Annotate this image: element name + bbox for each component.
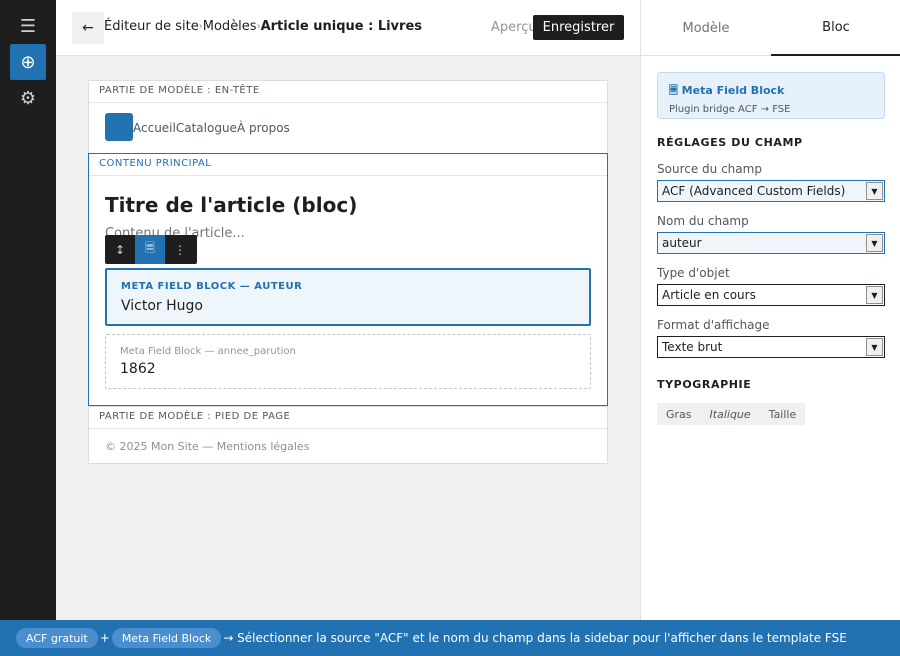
object-type-value: Article en cours	[662, 288, 756, 302]
meta-block-value: 1862	[120, 361, 156, 377]
info-bar: ACF gratuit + Meta Field Block → Sélecti…	[0, 620, 900, 656]
move-icon[interactable]: ↕	[105, 235, 135, 264]
nav-item-catalogue[interactable]: Catalogue	[176, 121, 237, 135]
chevron-down-icon: ▼	[866, 338, 883, 356]
size-button[interactable]: Taille	[759, 403, 806, 425]
italic-button[interactable]: Italique	[700, 403, 760, 425]
field-name-value: auteur	[662, 236, 702, 250]
typography-heading: TYPOGRAPHIE	[657, 378, 752, 391]
editor-canvas: PARTIE DE MODÈLE : EN-TÊTE Accueil Catal…	[56, 56, 640, 620]
object-type-label: Type d'objet	[657, 266, 730, 280]
display-format-value: Texte brut	[662, 340, 723, 354]
nav-item-about[interactable]: À propos	[237, 121, 290, 135]
post-title-block[interactable]: Titre de l'article (bloc)	[105, 193, 357, 217]
field-name-label: Nom du champ	[657, 214, 749, 228]
more-options-icon[interactable]: ⋮	[165, 235, 195, 264]
preview-button[interactable]: Aperçu	[491, 20, 537, 35]
meta-field-block-year[interactable]: Meta Field Block — annee_parution 1862	[105, 334, 591, 389]
chevron-down-icon: ▼	[866, 286, 883, 304]
back-button[interactable]: ←	[72, 12, 104, 44]
typography-controls: Gras Italique Taille	[657, 403, 806, 425]
template-part-label: PARTIE DE MODÈLE : EN-TÊTE	[89, 81, 607, 103]
block-type-icon[interactable]: 🗏	[135, 235, 165, 264]
breadcrumb-item-site-editor[interactable]: Éditeur de site	[104, 19, 199, 34]
badge-meta-field-block: Meta Field Block	[111, 628, 222, 648]
add-block-icon[interactable]: ⊕	[10, 44, 46, 80]
display-format-label: Format d'affichage	[657, 318, 770, 332]
plus-sign: +	[99, 631, 110, 645]
main-content-label: CONTENU PRINCIPAL	[89, 154, 607, 176]
tab-template[interactable]: Modèle	[641, 0, 771, 56]
object-type-select[interactable]: Article en cours ▼	[657, 284, 885, 306]
editor-left-toolbar: ☰ ⊕ ⚙	[0, 0, 56, 620]
meta-block-label: Meta Field Block — annee_parution	[120, 346, 296, 357]
meta-field-block-author[interactable]: META FIELD BLOCK — AUTEUR Victor Hugo	[105, 268, 591, 326]
arrow-left-icon: ←	[82, 20, 94, 36]
info-text: → Sélectionner la source "ACF" et le nom…	[223, 631, 847, 645]
block-toolbar: ↕ 🗏 ⋮	[105, 235, 197, 264]
plugin-info-card: 🗏 Meta Field Block Plugin bridge ACF → F…	[657, 72, 885, 119]
settings-icon[interactable]: ⚙	[10, 80, 46, 116]
bold-button[interactable]: Gras	[657, 403, 701, 425]
save-button[interactable]: Enregistrer	[533, 15, 624, 40]
field-source-select[interactable]: ACF (Advanced Custom Fields) ▼	[657, 180, 885, 202]
meta-block-label: META FIELD BLOCK — AUTEUR	[121, 281, 303, 292]
template-part-header[interactable]: PARTIE DE MODÈLE : EN-TÊTE Accueil Catal…	[88, 80, 608, 154]
sidebar-tabs: Modèle Bloc	[641, 0, 900, 56]
chevron-down-icon: ▼	[866, 234, 883, 252]
footer-text: © 2025 Mon Site — Mentions légales	[105, 440, 310, 453]
display-format-select[interactable]: Texte brut ▼	[657, 336, 885, 358]
site-navigation: Accueil Catalogue À propos	[133, 121, 290, 135]
badge-acf-free: ACF gratuit	[16, 628, 98, 648]
field-source-label: Source du champ	[657, 162, 762, 176]
editor-header: ← Éditeur de site › Modèles › Article un…	[56, 0, 640, 56]
menu-icon[interactable]: ☰	[10, 8, 46, 44]
main-content-group[interactable]: CONTENU PRINCIPAL Titre de l'article (bl…	[88, 153, 608, 406]
template-part-footer[interactable]: PARTIE DE MODÈLE : PIED DE PAGE © 2025 M…	[88, 406, 608, 464]
plugin-title: 🗏 Meta Field Block	[669, 84, 785, 97]
tab-block[interactable]: Bloc	[771, 0, 900, 56]
nav-item-home[interactable]: Accueil	[133, 121, 176, 135]
settings-sidebar: Modèle Bloc 🗏 Meta Field Block Plugin br…	[640, 0, 900, 620]
field-settings-heading: RÉGLAGES DU CHAMP	[657, 136, 803, 149]
plugin-subtitle: Plugin bridge ACF → FSE	[669, 104, 791, 115]
template-part-label: PARTIE DE MODÈLE : PIED DE PAGE	[89, 407, 607, 429]
breadcrumb-item-current: Article unique : Livres	[260, 19, 422, 34]
chevron-down-icon: ▼	[866, 182, 883, 200]
field-name-select[interactable]: auteur ▼	[657, 232, 885, 254]
breadcrumb-item-templates[interactable]: Modèles	[203, 19, 257, 34]
meta-block-value: Victor Hugo	[121, 298, 203, 314]
site-logo[interactable]	[105, 113, 133, 141]
field-source-value: ACF (Advanced Custom Fields)	[662, 184, 846, 198]
breadcrumb: Éditeur de site › Modèles › Article uniq…	[104, 19, 422, 34]
